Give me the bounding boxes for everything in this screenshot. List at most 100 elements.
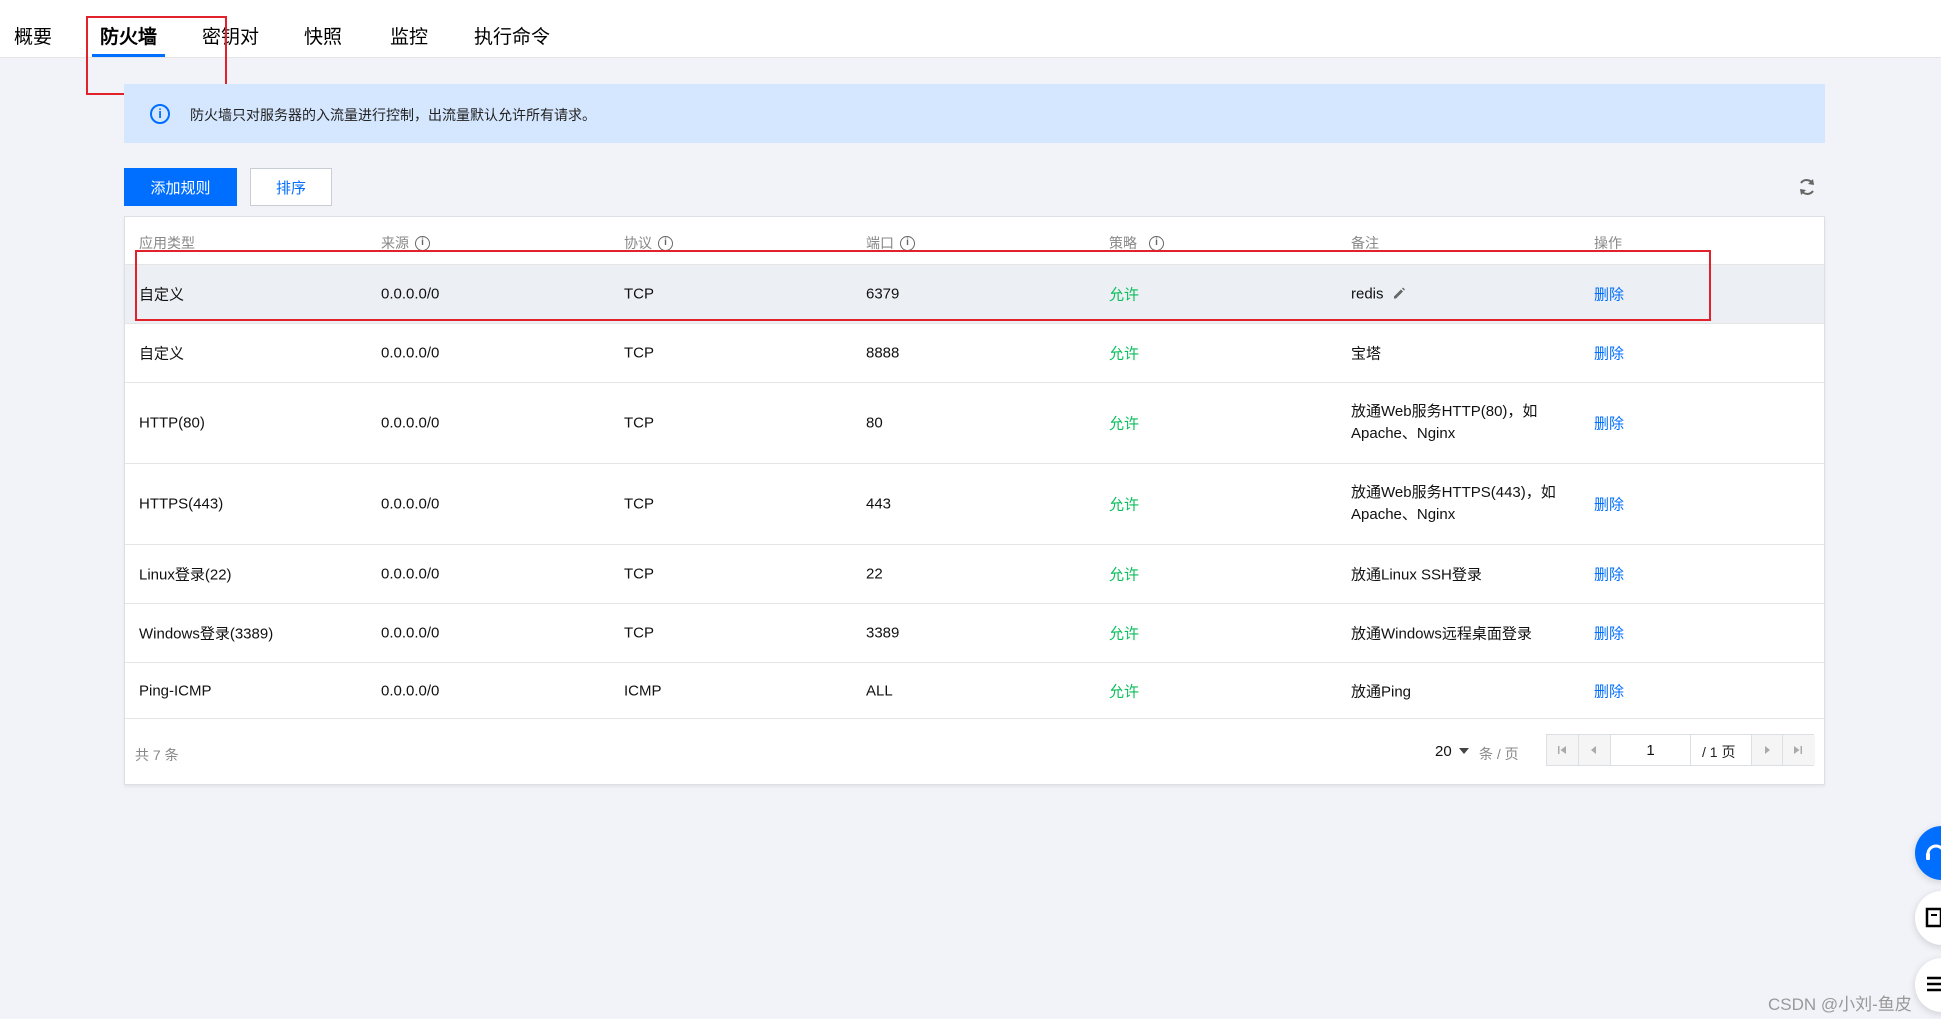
tab-bar: 概要 防火墙 密钥对 快照 监控 执行命令 xyxy=(0,0,1941,58)
column-header-action: 操作 xyxy=(1594,235,1622,251)
column-header-policy: 策略 i xyxy=(1109,233,1164,253)
notice-text: 防火墙只对服务器的入流量进行控制，出流量默认允许所有请求。 xyxy=(190,107,596,123)
table-row: Windows登录(3389) 0.0.0.0/0 TCP 3389 允许 放通… xyxy=(125,604,1824,663)
prev-page-button[interactable] xyxy=(1579,735,1611,765)
cell-app-type: HTTP(80) xyxy=(139,414,205,432)
headset-icon xyxy=(1926,844,1941,860)
last-page-icon xyxy=(1794,746,1802,754)
cell-policy: 允许 xyxy=(1109,415,1140,433)
cell-note: redis xyxy=(1351,286,1406,303)
cell-app-type: 自定义 xyxy=(139,286,185,304)
delete-link[interactable]: 删除 xyxy=(1594,343,1624,364)
customer-service-button[interactable] xyxy=(1915,826,1941,880)
cell-note: 放通Web服务HTTPS(443)，如Apache、Nginx xyxy=(1351,484,1556,523)
info-icon: i xyxy=(150,104,170,124)
cell-policy: 允许 xyxy=(1109,683,1140,700)
page-size-select[interactable]: 20 xyxy=(1435,743,1469,760)
cell-app-type: Ping-ICMP xyxy=(139,682,212,699)
document-icon xyxy=(1925,907,1941,928)
cell-port: 80 xyxy=(866,414,883,432)
note-text: redis xyxy=(1351,285,1384,303)
cell-protocol: TCP xyxy=(624,565,654,583)
source-help-icon[interactable]: i xyxy=(415,235,430,251)
column-header-port: 端口 i xyxy=(866,233,915,253)
page-size-value: 20 xyxy=(1435,743,1452,760)
tab-firewall[interactable]: 防火墙 xyxy=(100,22,157,49)
column-header-source: 来源 i xyxy=(381,233,430,253)
cell-protocol: TCP xyxy=(624,344,654,362)
delete-link[interactable]: 删除 xyxy=(1594,284,1624,305)
cell-source: 0.0.0.0/0 xyxy=(381,624,440,642)
info-notice: i 防火墙只对服务器的入流量进行控制，出流量默认允许所有请求。 xyxy=(124,84,1825,143)
next-page-button[interactable] xyxy=(1751,735,1783,765)
docs-button[interactable] xyxy=(1915,891,1941,945)
cell-port: 8888 xyxy=(866,344,900,362)
cell-app-type: HTTPS(443) xyxy=(139,495,224,513)
next-page-icon xyxy=(1765,746,1770,754)
total-count: 共 7 条 xyxy=(135,747,179,763)
delete-link[interactable]: 删除 xyxy=(1594,494,1624,515)
cell-source: 0.0.0.0/0 xyxy=(381,495,440,513)
cell-protocol: TCP xyxy=(624,285,654,303)
table-footer: 共 7 条 20 条 / 页 / 1 页 xyxy=(125,719,1824,785)
cell-port: ALL xyxy=(866,682,893,699)
add-rule-button[interactable]: 添加规则 xyxy=(124,168,237,206)
cell-policy: 允许 xyxy=(1109,286,1140,304)
caret-down-icon xyxy=(1458,748,1469,754)
refresh-icon[interactable] xyxy=(1796,176,1818,198)
first-page-button[interactable] xyxy=(1547,735,1579,765)
active-tab-indicator xyxy=(92,54,165,57)
column-header-app-type: 应用类型 xyxy=(139,235,195,251)
cell-port: 6379 xyxy=(866,285,900,303)
first-page-icon xyxy=(1558,746,1566,754)
feedback-button[interactable] xyxy=(1915,958,1941,1012)
table-row: HTTP(80) 0.0.0.0/0 TCP 80 允许 放通Web服务HTTP… xyxy=(125,383,1824,464)
delete-link[interactable]: 删除 xyxy=(1594,623,1624,644)
cell-note: 放通Windows远程桌面登录 xyxy=(1351,625,1532,643)
tab-monitoring[interactable]: 监控 xyxy=(390,22,428,49)
policy-help-icon[interactable]: i xyxy=(1149,235,1164,251)
cell-note: 宝塔 xyxy=(1351,345,1382,363)
cell-protocol: ICMP xyxy=(624,682,662,699)
delete-link[interactable]: 删除 xyxy=(1594,680,1624,701)
page-number-input[interactable] xyxy=(1611,735,1691,765)
per-page-label: 条 / 页 xyxy=(1479,746,1519,762)
tab-snapshots[interactable]: 快照 xyxy=(304,22,342,49)
column-header-protocol: 协议 i xyxy=(624,233,673,253)
sort-button[interactable]: 排序 xyxy=(250,168,332,206)
delete-link[interactable]: 删除 xyxy=(1594,564,1624,585)
cell-policy: 允许 xyxy=(1109,496,1140,514)
column-header-note: 备注 xyxy=(1351,235,1379,251)
prev-page-icon xyxy=(1591,746,1596,754)
watermark: CSDN @小刘-鱼皮 xyxy=(1768,995,1912,1014)
cell-source: 0.0.0.0/0 xyxy=(381,565,440,583)
table-row: 自定义 0.0.0.0/0 TCP 6379 允许 redis 删除 xyxy=(125,265,1824,324)
protocol-help-icon[interactable]: i xyxy=(658,235,673,251)
cell-note: 放通Linux SSH登录 xyxy=(1351,566,1482,584)
cell-protocol: TCP xyxy=(624,495,654,513)
cell-protocol: TCP xyxy=(624,414,654,432)
cell-app-type: Windows登录(3389) xyxy=(139,625,274,643)
tab-keypairs[interactable]: 密钥对 xyxy=(202,22,259,49)
delete-link[interactable]: 删除 xyxy=(1594,413,1624,434)
port-help-icon[interactable]: i xyxy=(900,235,915,251)
tab-run-command[interactable]: 执行命令 xyxy=(474,22,550,49)
table-row: Ping-ICMP 0.0.0.0/0 ICMP ALL 允许 放通Ping 删… xyxy=(125,663,1824,719)
list-icon xyxy=(1927,976,1941,992)
cell-port: 3389 xyxy=(866,624,900,642)
cell-source: 0.0.0.0/0 xyxy=(381,344,440,362)
tab-overview[interactable]: 概要 xyxy=(14,22,52,49)
cell-port: 22 xyxy=(866,565,883,583)
table-row: Linux登录(22) 0.0.0.0/0 TCP 22 允许 放通Linux … xyxy=(125,545,1824,604)
cell-source: 0.0.0.0/0 xyxy=(381,285,440,303)
firewall-rules-table: 应用类型 来源 i 协议 i 端口 i 策略 i 备注 操作 自定义 0.0.0.0/0… xyxy=(124,216,1825,785)
pencil-icon[interactable] xyxy=(1392,287,1406,301)
cell-app-type: Linux登录(22) xyxy=(139,566,232,584)
table-row: HTTPS(443) 0.0.0.0/0 TCP 443 允许 放通Web服务H… xyxy=(125,464,1824,545)
cell-protocol: TCP xyxy=(624,624,654,642)
table-row: 自定义 0.0.0.0/0 TCP 8888 允许 宝塔 删除 xyxy=(125,324,1824,383)
cell-port: 443 xyxy=(866,495,892,513)
table-header: 应用类型 来源 i 协议 i 端口 i 策略 i 备注 操作 xyxy=(125,217,1824,265)
cell-source: 0.0.0.0/0 xyxy=(381,414,440,432)
last-page-button[interactable] xyxy=(1783,735,1815,765)
